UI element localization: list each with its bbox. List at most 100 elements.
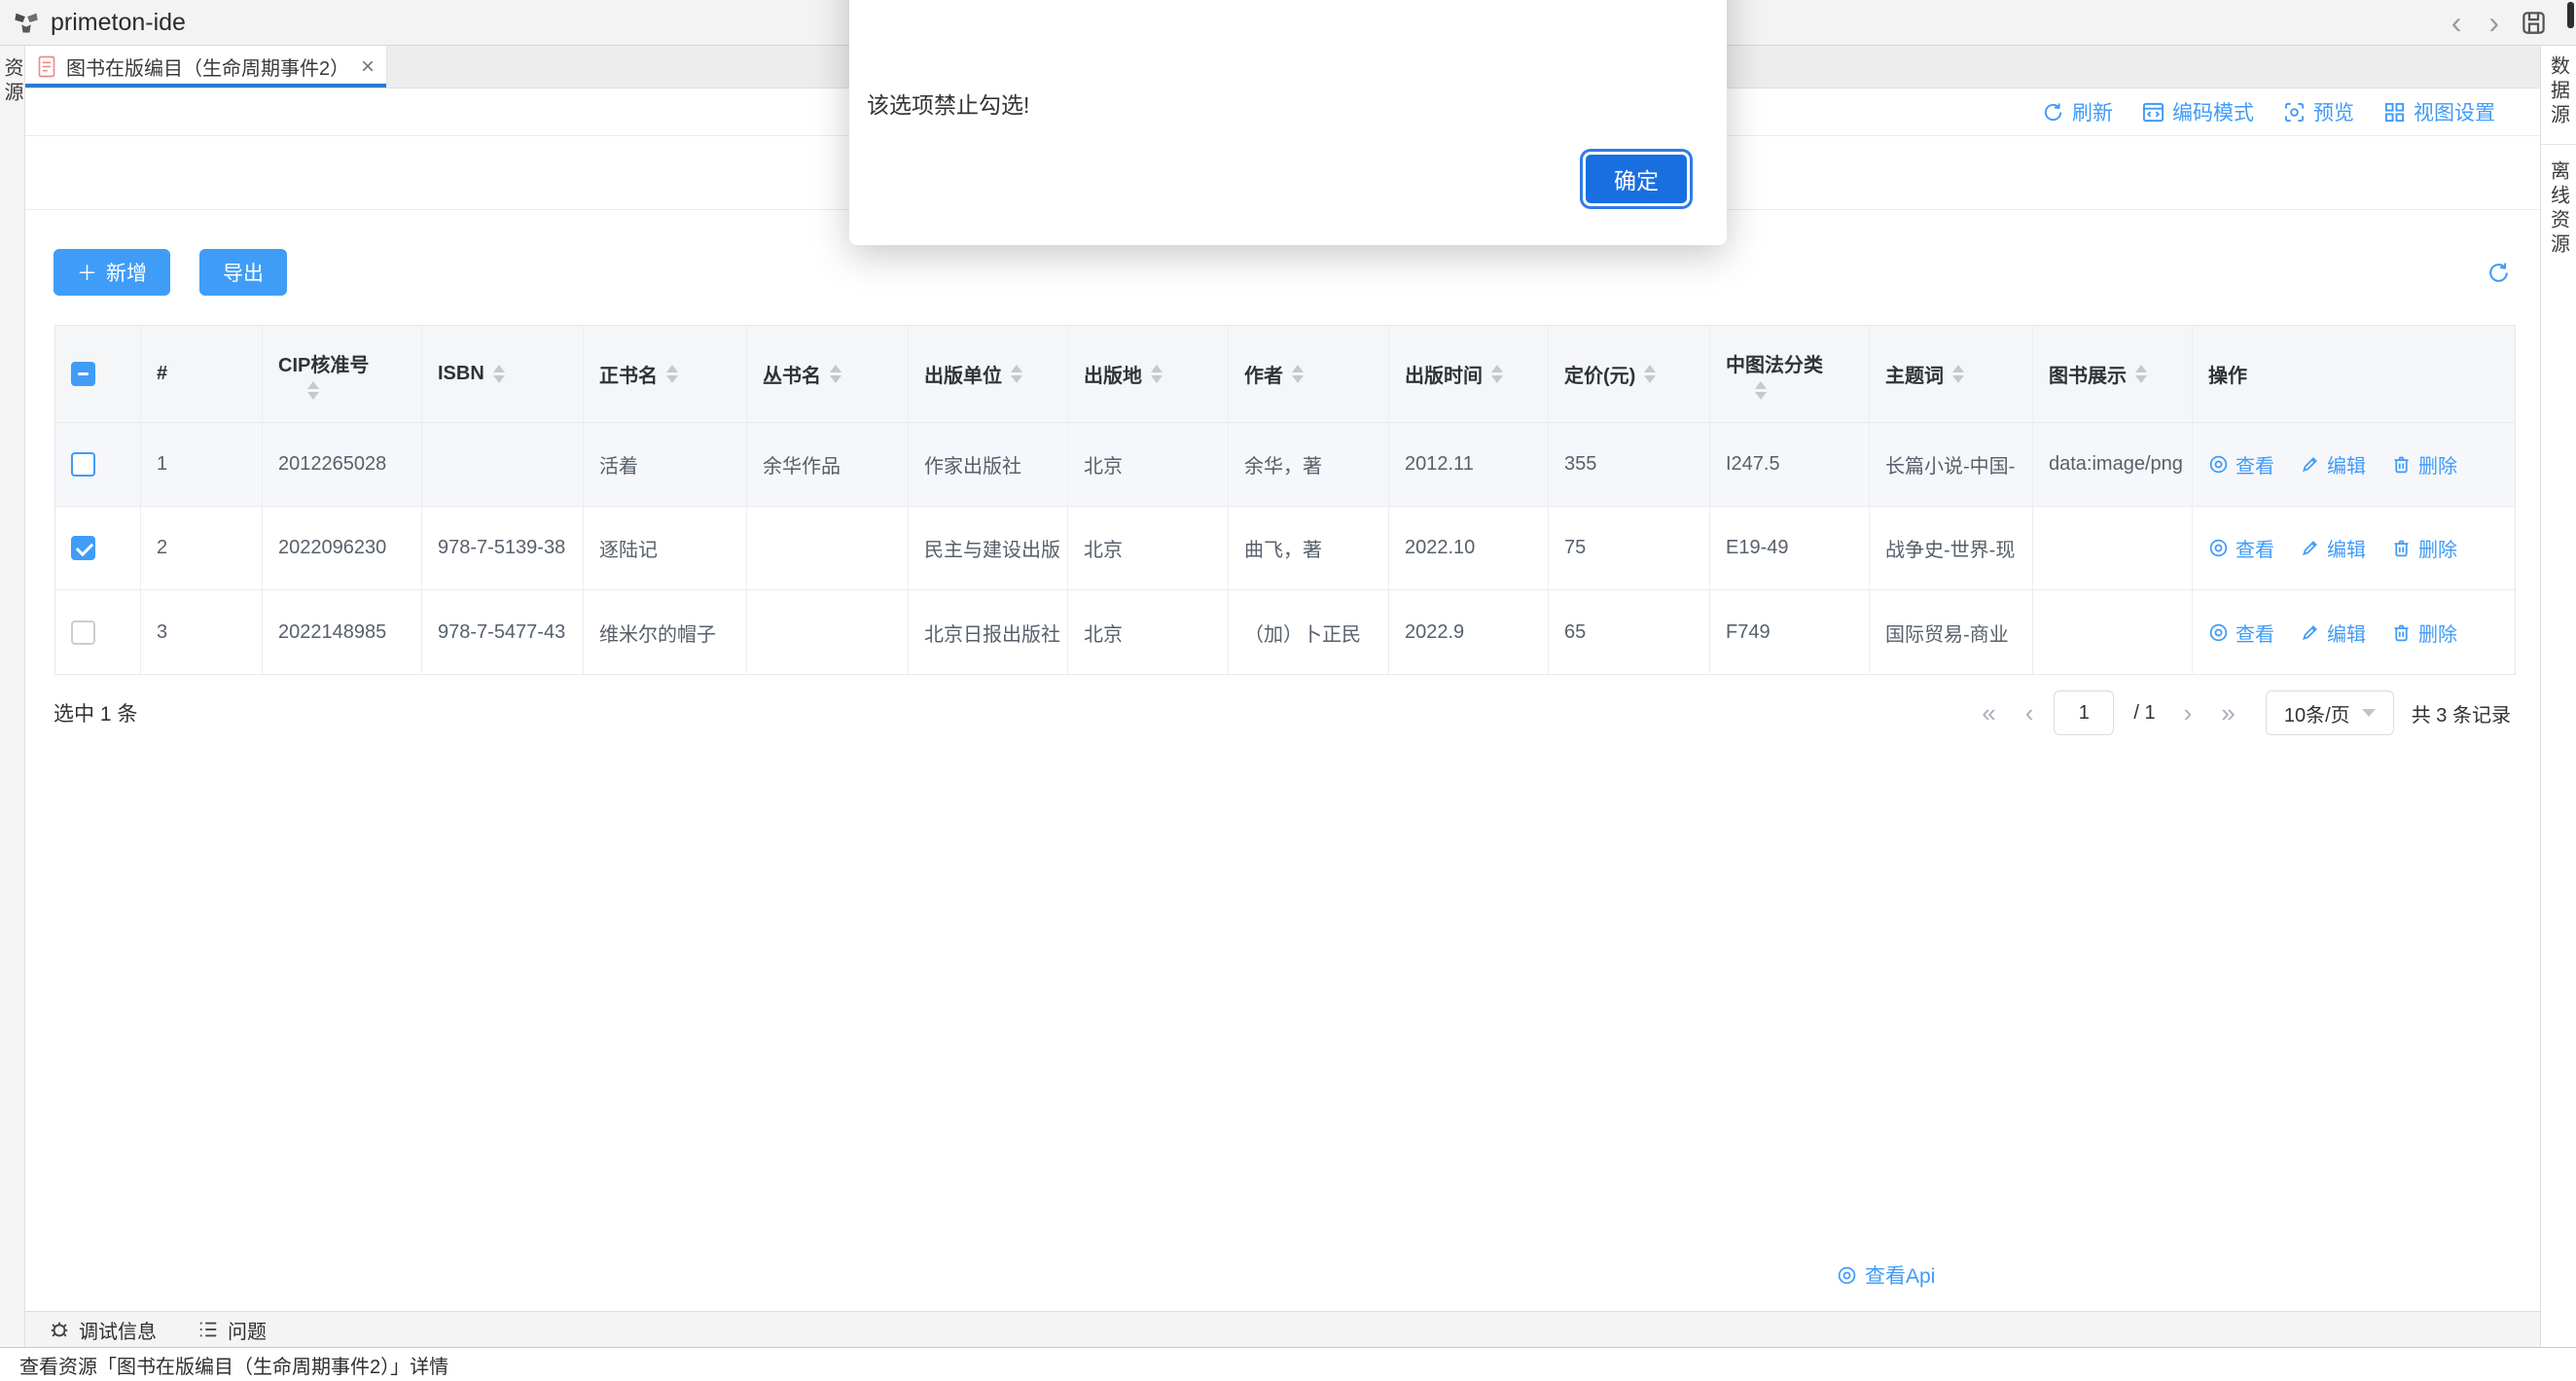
tab-close-icon[interactable]: × [361, 55, 375, 79]
col-header-isbn[interactable]: ISBN [422, 326, 584, 423]
sort-icon[interactable] [830, 365, 841, 383]
view-link[interactable]: 查看 [2208, 619, 2274, 647]
form-content: 刷新 编码模式 预览 [25, 89, 2540, 1311]
nav-back-icon[interactable]: ‹ [2451, 7, 2462, 38]
scrollbar-thumb[interactable] [2567, 2, 2574, 28]
sort-icon[interactable] [1644, 365, 1656, 383]
cell-display [2033, 507, 2193, 590]
view-settings-button[interactable]: 视图设置 [2383, 97, 2495, 126]
debug-info-button[interactable]: 调试信息 [49, 1316, 157, 1344]
view-settings-icon [2383, 101, 2406, 124]
cell-title: 维米尔的帽子 [584, 590, 747, 674]
chevron-down-icon [2362, 709, 2376, 717]
status-bar: 查看资源「图书在版编目（生命周期事件2）」详情 [0, 1347, 2576, 1381]
page-size-select[interactable]: 10条/页 [2266, 690, 2394, 735]
row-checkbox[interactable] [71, 620, 95, 645]
sort-icon[interactable] [1755, 381, 1767, 400]
sidebar-resources[interactable]: 资源 [0, 46, 25, 1347]
nav-forward-icon[interactable]: › [2488, 7, 2499, 38]
total-records: 共 3 条记录 [2412, 699, 2511, 727]
sort-icon[interactable] [1151, 365, 1163, 383]
sidebar-item-offline-resources[interactable]: 离线资源 [2541, 145, 2576, 275]
row-checkbox[interactable] [71, 536, 95, 560]
col-header-place[interactable]: 出版地 [1068, 326, 1229, 423]
col-header-price[interactable]: 定价(元) [1549, 326, 1710, 423]
export-button[interactable]: 导出 [199, 249, 287, 296]
cell-series [747, 590, 909, 674]
cell-clc: E19-49 [1710, 507, 1870, 590]
actions-row: ＋ 新增 导出 [54, 249, 2511, 296]
refresh-button[interactable]: 刷新 [2042, 97, 2113, 126]
edit-link[interactable]: 编辑 [2300, 534, 2366, 562]
cell-publisher: 作家出版社 [909, 423, 1068, 507]
col-header-publisher[interactable]: 出版单位 [909, 326, 1068, 423]
sort-icon[interactable] [1292, 365, 1304, 383]
tab-label: 图书在版编目（生命周期事件2）.formx [66, 53, 349, 81]
cell-date: 2022.9 [1389, 590, 1549, 674]
alert-dialog: 该选项禁止勾选! 确定 [849, 0, 1727, 245]
sort-icon[interactable] [1491, 365, 1503, 383]
delete-link[interactable]: 删除 [2391, 534, 2457, 562]
sort-icon[interactable] [493, 365, 505, 383]
page-input[interactable]: 1 [2054, 690, 2114, 735]
edit-link[interactable]: 编辑 [2300, 619, 2366, 647]
delete-link[interactable]: 删除 [2391, 450, 2457, 478]
view-link[interactable]: 查看 [2208, 450, 2274, 478]
sort-icon[interactable] [1952, 365, 1964, 383]
col-header-clc[interactable]: 中图法分类 [1710, 326, 1870, 423]
col-header-cip[interactable]: CIP核准号 [263, 326, 422, 423]
next-page-icon[interactable]: › [2184, 700, 2193, 726]
prev-page-icon[interactable]: ‹ [2025, 700, 2034, 726]
cell-index: 1 [141, 423, 263, 507]
cell-subject: 国际贸易-商业 [1870, 590, 2033, 674]
col-header-series[interactable]: 丛书名 [747, 326, 909, 423]
cell-title: 活着 [584, 423, 747, 507]
add-button[interactable]: ＋ 新增 [54, 249, 170, 296]
view-api-link[interactable]: 查看Api [1837, 1260, 1935, 1290]
cell-price: 75 [1549, 507, 1710, 590]
cell-title: 逐陆记 [584, 507, 747, 590]
edit-link[interactable]: 编辑 [2300, 450, 2366, 478]
col-header-title[interactable]: 正书名 [584, 326, 747, 423]
save-icon[interactable] [2521, 10, 2547, 36]
table-row: 2 2022096230 978-7-5139-38 逐陆记 民主与建设出版 北… [55, 507, 2515, 590]
ok-button[interactable]: 确定 [1583, 152, 1690, 206]
row-checkbox[interactable] [71, 452, 95, 477]
select-all-checkbox[interactable] [71, 362, 95, 386]
dialog-message: 该选项禁止勾选! [867, 91, 1690, 119]
eye-icon [2208, 622, 2229, 643]
problems-button[interactable]: 问题 [197, 1316, 267, 1344]
tab-formx[interactable]: 图书在版编目（生命周期事件2）.formx × [25, 46, 387, 88]
preview-button[interactable]: 预览 [2283, 97, 2354, 126]
delete-link[interactable]: 删除 [2391, 619, 2457, 647]
cell-isbn: 978-7-5139-38 [422, 507, 584, 590]
table-row: 1 2012265028 活着 余华作品 作家出版社 北京 余华，著 2012.… [55, 423, 2515, 507]
col-header-actions: 操作 [2193, 326, 2515, 423]
col-header-author[interactable]: 作者 [1229, 326, 1389, 423]
col-header-display[interactable]: 图书展示 [2033, 326, 2193, 423]
sort-icon[interactable] [666, 365, 678, 383]
pencil-icon [2300, 538, 2320, 558]
bug-icon [49, 1319, 70, 1340]
col-header-date[interactable]: 出版时间 [1389, 326, 1549, 423]
cell-clc: F749 [1710, 590, 1870, 674]
cell-clc: I247.5 [1710, 423, 1870, 507]
cell-series [747, 507, 909, 590]
sort-icon[interactable] [1011, 365, 1022, 383]
eye-icon [2208, 454, 2229, 475]
col-header-index[interactable]: # [141, 326, 263, 423]
cell-cip: 2022096230 [263, 507, 422, 590]
last-page-icon[interactable]: » [2221, 700, 2235, 726]
cell-cip: 2012265028 [263, 423, 422, 507]
right-sidebar: 数据源 离线资源 [2540, 46, 2576, 1347]
col-header-subject[interactable]: 主题词 [1870, 326, 2033, 423]
app-logo-icon [12, 9, 41, 36]
plus-icon: ＋ [77, 258, 97, 287]
first-page-icon[interactable]: « [1982, 700, 1995, 726]
sort-icon[interactable] [307, 381, 319, 400]
code-mode-button[interactable]: 编码模式 [2142, 97, 2254, 126]
sidebar-item-datasource[interactable]: 数据源 [2541, 46, 2576, 145]
table-refresh-icon[interactable] [2487, 261, 2511, 285]
sort-icon[interactable] [2135, 365, 2147, 383]
view-link[interactable]: 查看 [2208, 534, 2274, 562]
